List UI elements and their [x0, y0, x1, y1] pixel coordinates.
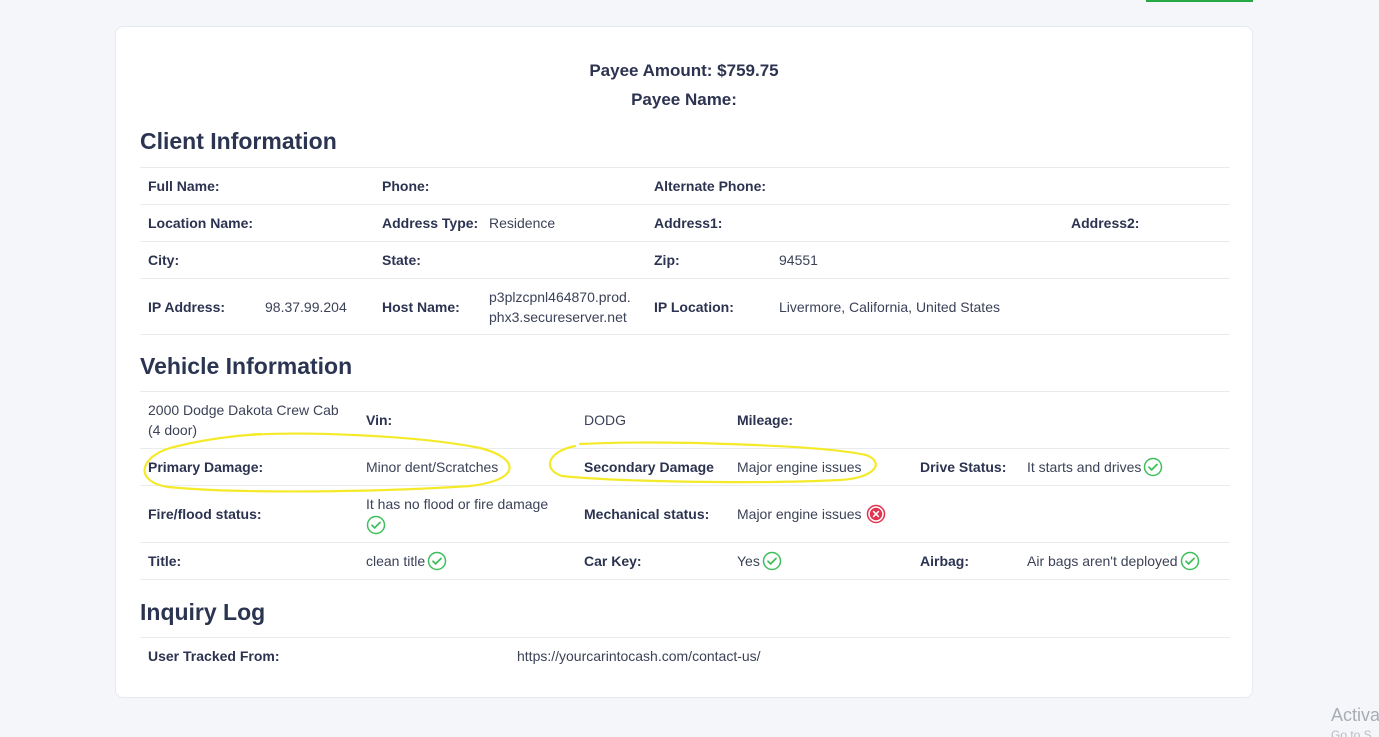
- user-tracked-value[interactable]: https://yourcarintocash.com/contact-us/: [517, 638, 761, 674]
- secondary-damage-value: Major engine issues: [737, 459, 862, 475]
- table-row: User Tracked From: https://yourcarintoca…: [140, 638, 1230, 674]
- drive-status-label: Drive Status:: [920, 459, 1007, 475]
- phone-label: Phone:: [382, 178, 430, 194]
- payee-amount: Payee Amount: $759.75: [589, 61, 779, 80]
- check-circle-icon: [1180, 551, 1199, 571]
- fire-flood-status: It has no flood or fire damage: [366, 486, 548, 542]
- table-row: Title: clean title Car Key: Yes Airbag: …: [140, 543, 1230, 580]
- table-row: Fire/flood status: It has no flood or fi…: [140, 486, 1230, 543]
- location-name-label: Location Name:: [148, 215, 254, 231]
- host-name-value: p3plzcpnl464870.prod. phx3.secureserver.…: [489, 279, 631, 334]
- table-row: Full Name: Phone: Alternate Phone:: [140, 168, 1230, 205]
- host-name-line1: p3plzcpnl464870.prod.: [489, 288, 631, 305]
- address2-label: Address2:: [1071, 215, 1140, 231]
- car-key: Yes: [737, 543, 782, 579]
- zip-value: 94551: [779, 252, 818, 268]
- mileage-label: Mileage:: [737, 412, 794, 428]
- vehicle-model: 2000 Dodge Dakota Crew Cab (4 door): [148, 392, 339, 448]
- full-name-label: Full Name:: [148, 178, 220, 194]
- host-name-label: Host Name:: [382, 298, 460, 315]
- mechanical-status-value: Major engine issues: [737, 506, 862, 522]
- car-key-value: Yes: [737, 553, 760, 569]
- address1-label: Address1:: [654, 215, 723, 231]
- title-status-label: Title:: [148, 553, 182, 569]
- x-circle-icon: [866, 504, 885, 524]
- vehicle-info-table: 2000 Dodge Dakota Crew Cab (4 door) Vin:…: [140, 391, 1230, 580]
- ip-location-value: Livermore, California, United States: [779, 298, 1000, 315]
- details-card: Payee Amount: $759.75 Payee Name: Client…: [115, 26, 1253, 698]
- vin-value: DODG: [584, 412, 626, 428]
- table-row: IP Address: 98.37.99.204 Host Name: p3pl…: [140, 279, 1230, 335]
- table-row: Primary Damage: Minor dent/Scratches Sec…: [140, 449, 1230, 486]
- inquiry-log-title: Inquiry Log: [140, 599, 266, 625]
- ip-location-label: IP Location:: [654, 298, 734, 315]
- airbag-label: Airbag:: [920, 553, 969, 569]
- drive-status: It starts and drives: [1027, 449, 1163, 485]
- table-row: City: State: Zip: 94551: [140, 242, 1230, 279]
- car-key-label: Car Key:: [584, 553, 642, 569]
- state-label: State:: [382, 252, 421, 268]
- title-status: clean title: [366, 543, 447, 579]
- vehicle-model-line2: (4 door): [148, 422, 198, 438]
- table-row: Location Name: Address Type: Residence A…: [140, 205, 1230, 242]
- inquiry-log-table: User Tracked From: https://yourcarintoca…: [140, 637, 1230, 674]
- fire-flood-value: It has no flood or fire damage: [366, 495, 549, 512]
- ip-address-value: 98.37.99.204: [265, 298, 347, 315]
- check-circle-icon: [427, 551, 447, 571]
- client-info-table: Full Name: Phone: Alternate Phone: Locat…: [140, 167, 1230, 335]
- address-type-value: Residence: [489, 215, 556, 231]
- host-name-line2: phx3.secureserver.net: [489, 308, 627, 325]
- table-row: 2000 Dodge Dakota Crew Cab (4 door) Vin:…: [140, 392, 1230, 449]
- fire-flood-label: Fire/flood status:: [148, 506, 262, 522]
- drive-status-value: It starts and drives: [1027, 459, 1142, 475]
- airbag: Air bags aren't deployed: [1027, 543, 1200, 579]
- title-status-value: clean title: [366, 553, 426, 569]
- airbag-value: Air bags aren't deployed: [1027, 553, 1178, 569]
- vin-label: Vin:: [366, 412, 393, 428]
- zip-label: Zip:: [654, 252, 680, 268]
- activation-watermark: Activa: [1331, 705, 1379, 725]
- mechanical-status: Major engine issues: [737, 486, 886, 542]
- vehicle-model-line1: 2000 Dodge Dakota Crew Cab: [148, 402, 339, 418]
- vehicle-info-title: Vehicle Information: [140, 353, 353, 379]
- top-accent-bar: [1146, 0, 1253, 2]
- activation-watermark-sub: Go to S: [1331, 728, 1372, 737]
- mechanical-status-label: Mechanical status:: [584, 506, 710, 522]
- alt-phone-label: Alternate Phone:: [654, 178, 767, 194]
- client-info-title: Client Information: [140, 128, 337, 154]
- address-type-label: Address Type:: [382, 215, 479, 231]
- payee-name: Payee Name:: [631, 90, 737, 109]
- ip-address-label: IP Address:: [148, 298, 226, 315]
- user-tracked-label: User Tracked From:: [148, 648, 280, 664]
- primary-damage-label: Primary Damage:: [148, 459, 264, 475]
- check-circle-icon: [366, 515, 386, 534]
- primary-damage-value: Minor dent/Scratches: [366, 459, 499, 475]
- secondary-damage-label: Secondary Damage: [584, 459, 714, 475]
- check-circle-icon: [762, 551, 782, 571]
- check-circle-icon: [1144, 457, 1163, 477]
- city-label: City:: [148, 252, 180, 268]
